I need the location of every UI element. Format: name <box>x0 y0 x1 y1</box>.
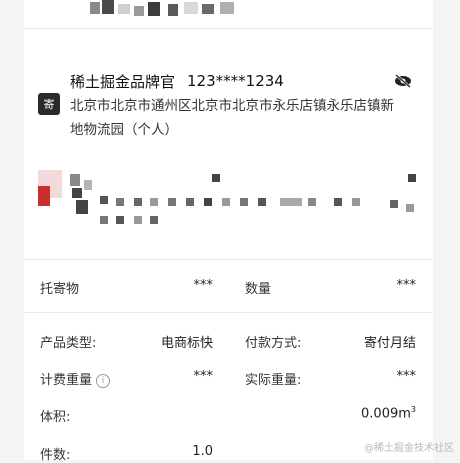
sender-address: 北京市北京市通州区北京市北京市永乐店镇永乐店镇新 地物流园（个人） <box>70 94 420 142</box>
product-type-value: 电商标快 <box>160 336 213 351</box>
actual-weight-value: *** <box>396 369 417 384</box>
payment-value: 寄付月结 <box>363 336 416 351</box>
volume-unit-superscript: 3 <box>410 405 416 414</box>
info-icon[interactable]: i <box>96 373 111 388</box>
redacted-mosaic-receiver <box>30 160 450 230</box>
address-line-2: 地物流园（个人） <box>70 122 178 138</box>
billing-weight-field: 计费重量 i <box>40 369 111 388</box>
pieces-value: 1.0 <box>192 444 213 459</box>
actual-weight-label: 实际重量: <box>245 373 302 388</box>
watermark: @稀土掘金技术社区 <box>364 443 454 454</box>
item-value: *** <box>193 278 214 293</box>
volume-value: 0.009m3 <box>361 405 416 421</box>
volume-number: 0.009m <box>361 406 411 422</box>
address-line-1: 北京市北京市通州区北京市北京市永乐店镇永乐店镇新 <box>70 98 394 114</box>
divider-cargo <box>24 312 433 313</box>
sender-phone: 123****1234 <box>187 72 284 90</box>
quantity-label: 数量 <box>245 282 272 297</box>
item-label: 托寄物 <box>40 282 80 297</box>
billing-weight-label: 计费重量 <box>40 373 93 388</box>
eye-slash-icon[interactable] <box>394 74 412 88</box>
pieces-label: 件数: <box>40 448 71 463</box>
quantity-value: *** <box>396 278 417 293</box>
billing-weight-value: *** <box>193 369 214 384</box>
divider-mid <box>24 259 433 260</box>
accent-bar <box>38 186 50 206</box>
divider-top <box>24 28 433 29</box>
volume-label: 体积: <box>40 410 71 425</box>
product-type-label: 产品类型: <box>40 336 97 351</box>
sender-name: 稀土掘金品牌官 <box>70 72 176 91</box>
sender-badge: 寄 <box>38 93 60 115</box>
payment-label: 付款方式: <box>245 336 302 351</box>
redacted-mosaic-top <box>88 0 248 18</box>
